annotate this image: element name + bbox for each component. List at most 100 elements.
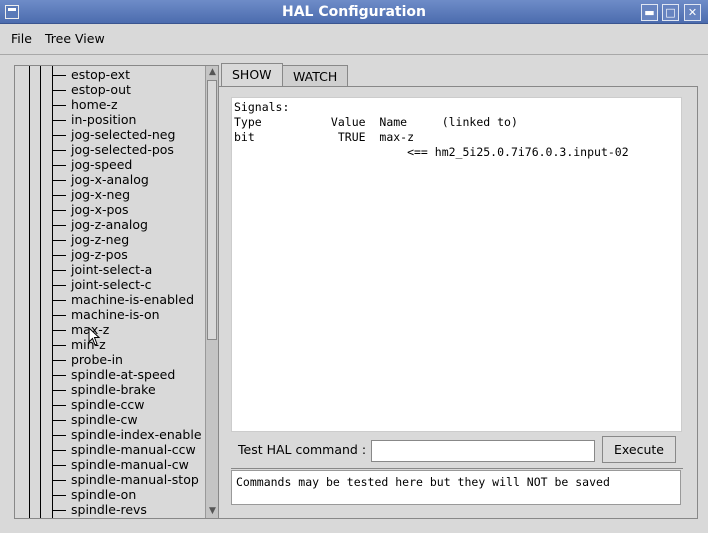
tree-item[interactable]: spindle-revs [15, 502, 205, 518]
tree-item-label: jog-z-pos [71, 247, 128, 262]
tree-item-label: estop-out [71, 82, 131, 97]
minimize-button[interactable]: ▬ [641, 4, 658, 21]
tree-item[interactable]: probe-in [15, 352, 205, 368]
tab-show[interactable]: SHOW [221, 63, 283, 87]
scroll-thumb[interactable] [207, 80, 217, 340]
tree-item-label: jog-x-neg [71, 187, 131, 202]
tree-item-label: probe-in [71, 352, 123, 367]
tree-item-label: jog-z-analog [71, 217, 148, 232]
tree-branch [52, 360, 66, 361]
tree-item[interactable]: jog-selected-pos [15, 142, 205, 158]
tree-branch [52, 390, 66, 391]
tree-branch [52, 240, 66, 241]
tree-branch [52, 270, 66, 271]
tree-item[interactable]: spindle-manual-stop [15, 472, 205, 488]
tree-item[interactable]: min-z [15, 337, 205, 353]
tree-item[interactable]: joint-select-a [15, 262, 205, 278]
tab-watch[interactable]: WATCH [282, 65, 349, 87]
tree-item-label: jog-selected-pos [71, 142, 174, 157]
tree-branch [52, 450, 66, 451]
tree-item[interactable]: joint-select-c [15, 277, 205, 293]
tree-item-label: joint-select-c [71, 277, 152, 292]
menu-file[interactable]: File [11, 31, 32, 46]
tree-item-label: spindle-brake [71, 382, 156, 397]
tree-item[interactable]: spindle-on [15, 487, 205, 503]
tree-item[interactable]: spindle-cw [15, 412, 205, 428]
tree-item-label: spindle-manual-stop [71, 472, 199, 487]
tree-item-label: spindle-revs [71, 502, 147, 517]
menu-tree-view[interactable]: Tree View [45, 31, 105, 46]
tree-branch [52, 345, 66, 346]
tree-branch [52, 105, 66, 106]
tree-item-label: home-z [71, 97, 118, 112]
tree-item[interactable]: jog-selected-neg [15, 127, 205, 143]
tree-branch [52, 225, 66, 226]
hal-tree[interactable]: estop-ext estop-out home-z in-position jog-s… [14, 65, 219, 519]
tree-branch [52, 255, 66, 256]
tree-branch [52, 480, 66, 481]
tree-item-label: spindle-on [71, 487, 137, 502]
tree-item-label: spindle-manual-ccw [71, 442, 196, 457]
output-line: bit TRUE max-z [234, 130, 415, 144]
tree-item[interactable]: max-z [15, 322, 205, 338]
tree-item[interactable]: spindle-ccw [15, 397, 205, 413]
output-line: Type Value Name (linked to) [234, 115, 518, 129]
tree-item[interactable]: jog-z-pos [15, 247, 205, 263]
tree-item[interactable]: jog-z-analog [15, 217, 205, 233]
tree-branch [52, 75, 66, 76]
tree-branch [52, 330, 66, 331]
tree-branch [52, 315, 66, 316]
tree-branch [52, 180, 66, 181]
tree-scrollbar[interactable]: ▲ ▼ [205, 66, 218, 518]
tree-content: estop-ext estop-out home-z in-position jog-s… [15, 66, 205, 518]
tree-item-label: spindle-manual-cw [71, 457, 189, 472]
tree-branch [52, 120, 66, 121]
maximize-button[interactable]: □ [662, 4, 679, 21]
tree-item[interactable]: spindle-index-enable [15, 427, 205, 443]
tree-item-label: spindle-cw [71, 412, 138, 427]
tree-item[interactable]: jog-x-analog [15, 172, 205, 188]
tree-item[interactable]: spindle-at-speed [15, 367, 205, 383]
tree-branch [52, 405, 66, 406]
tree-branch [52, 285, 66, 286]
divider [231, 468, 683, 469]
tree-item[interactable]: machine-is-on [15, 307, 205, 323]
tree-item[interactable]: spindle-manual-cw [15, 457, 205, 473]
menu-bar: File Tree View [0, 25, 708, 55]
execute-button[interactable]: Execute [602, 436, 676, 463]
tree-item-label: machine-is-enabled [71, 292, 195, 307]
tree-item-label: jog-speed [71, 157, 133, 172]
tree-item[interactable]: jog-x-pos [15, 202, 205, 218]
test-command-label: Test HAL command : [238, 442, 367, 457]
tree-branch [52, 495, 66, 496]
tree-branch [52, 165, 66, 166]
tree-branch [52, 420, 66, 421]
tree-branch [52, 465, 66, 466]
tree-item[interactable]: estop-out [15, 82, 205, 98]
tree-item[interactable]: spindle-manual-ccw [15, 442, 205, 458]
tree-item-label: estop-ext [71, 67, 130, 82]
tree-item[interactable]: estop-ext [15, 67, 205, 83]
tree-item[interactable]: jog-x-neg [15, 187, 205, 203]
mouse-cursor-icon [88, 327, 101, 346]
tree-item[interactable]: home-z [15, 97, 205, 113]
close-button[interactable]: ✕ [684, 4, 701, 21]
tree-item-label: jog-z-neg [71, 232, 130, 247]
tree-item[interactable]: machine-is-enabled [15, 292, 205, 308]
scroll-up-icon[interactable]: ▲ [206, 66, 218, 79]
tree-item-label: spindle-index-enable [71, 427, 202, 442]
tree-item[interactable]: jog-speed [15, 157, 205, 173]
tree-item[interactable]: in-position [15, 112, 205, 128]
tree-branch [52, 135, 66, 136]
tree-branch [52, 300, 66, 301]
tree-branch [52, 150, 66, 151]
tree-branch [52, 195, 66, 196]
tree-item[interactable]: jog-z-neg [15, 232, 205, 248]
test-command-input[interactable] [371, 440, 595, 462]
tree-branch [52, 210, 66, 211]
tree-item-label: machine-is-on [71, 307, 160, 322]
window-title: HAL Configuration [282, 4, 426, 20]
output-line: <== hm2_5i25.0.7i76.0.3.input-02 [234, 145, 629, 159]
tree-item[interactable]: spindle-brake [15, 382, 205, 398]
tree-item-label: in-position [71, 112, 137, 127]
